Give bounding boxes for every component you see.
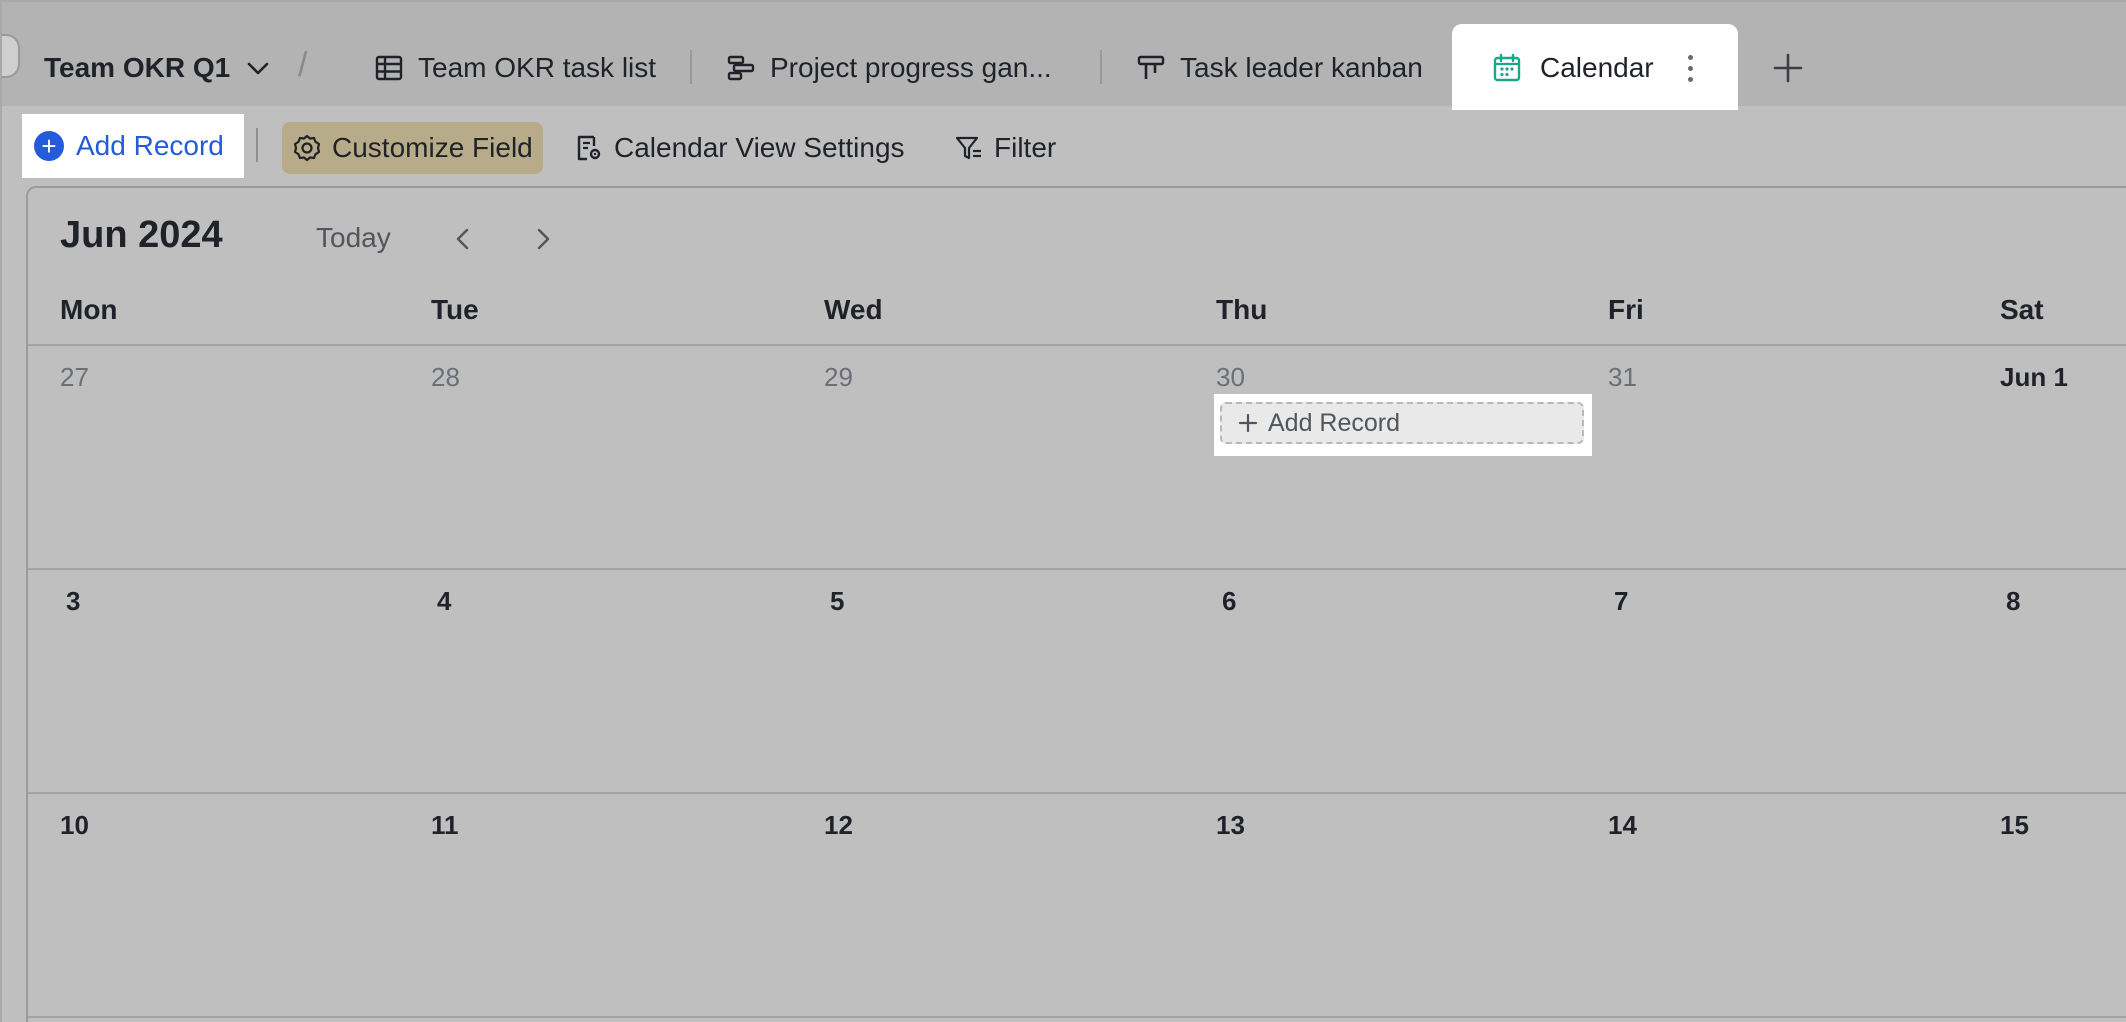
toolbar-divider	[256, 128, 258, 162]
filter-label: Filter	[994, 132, 1057, 163]
grid-line	[28, 792, 2126, 794]
calendar-view-settings-button[interactable]: Calendar View Settings	[574, 122, 905, 174]
base-name-dropdown[interactable]: Team OKR Q1	[44, 46, 272, 90]
calendar-icon	[1492, 53, 1522, 83]
plus-icon	[1238, 413, 1258, 433]
tab-divider	[1100, 50, 1102, 84]
previous-month-button[interactable]	[448, 222, 478, 256]
gantt-icon	[726, 53, 756, 83]
sidebar-toggle[interactable]	[2, 34, 20, 78]
day-cell-number[interactable]: 13	[1216, 810, 1245, 841]
tab-label: Calendar	[1540, 52, 1654, 83]
customize-field-label: Customize Field	[332, 132, 533, 163]
day-cell-number[interactable]: 8	[2006, 586, 2020, 617]
day-cell-number[interactable]: 7	[1614, 586, 1628, 617]
next-month-button[interactable]	[528, 222, 558, 256]
tab-project-progress-gantt[interactable]: Project progress gan...	[726, 46, 1052, 90]
day-cell-number[interactable]: 29	[824, 362, 853, 393]
tab-task-leader-kanban[interactable]: Task leader kanban	[1136, 46, 1423, 90]
weekday-header: Thu	[1216, 294, 1268, 325]
plus-circle-icon: +	[34, 131, 64, 161]
add-record-label: Add Record	[76, 130, 224, 161]
grid-line	[28, 344, 2126, 346]
grid-line	[28, 568, 2126, 570]
tab-label: Team OKR task list	[418, 52, 657, 83]
chevron-right-icon	[532, 226, 554, 252]
weekday-header: Sat	[2000, 294, 2044, 325]
base-name-label: Team OKR Q1	[44, 52, 231, 83]
today-button[interactable]: Today	[316, 222, 391, 254]
grid-table-icon	[374, 53, 404, 83]
tab-divider	[690, 50, 692, 84]
gear-icon	[292, 133, 322, 163]
chevron-left-icon	[452, 226, 474, 252]
calendar-view-settings-label: Calendar View Settings	[614, 132, 905, 163]
tab-label: Project progress gan...	[770, 52, 1052, 83]
day-cell-number[interactable]: 28	[431, 362, 460, 393]
grid-line	[28, 1016, 2126, 1018]
cell-add-record-highlight: Add Record	[1214, 394, 1592, 456]
settings-document-icon	[574, 133, 604, 163]
weekday-header: Mon	[60, 294, 118, 325]
more-options-icon[interactable]	[1680, 48, 1700, 88]
add-record-button[interactable]: + Add Record	[22, 114, 244, 178]
day-cell-number[interactable]: 3	[66, 586, 80, 617]
day-cell-number[interactable]: Jun 1	[2000, 362, 2068, 393]
view-tab-bar: Team OKR Q1 / Team OKR task list Project…	[2, 2, 2126, 110]
tab-team-okr-task-list[interactable]: Team OKR task list	[374, 46, 656, 90]
weekday-header: Fri	[1608, 294, 1644, 325]
tab-label: Task leader kanban	[1180, 52, 1423, 83]
month-title: Jun 2024	[60, 214, 223, 256]
cell-add-record-label: Add Record	[1268, 408, 1401, 437]
kanban-icon	[1136, 53, 1166, 83]
filter-icon	[954, 133, 984, 163]
day-cell-number[interactable]: 12	[824, 810, 853, 841]
view-toolbar: + Add Record Customize Field Calendar Vi…	[2, 106, 2126, 186]
day-cell-number[interactable]: 4	[437, 586, 451, 617]
day-cell-number[interactable]: 31	[1608, 362, 1637, 393]
weekday-header: Tue	[431, 294, 479, 325]
day-cell-number[interactable]: 15	[2000, 810, 2029, 841]
calendar-view: Jun 2024 Today Mon Tue Wed Thu Fri Sat 2…	[26, 186, 2126, 1022]
add-view-button[interactable]	[1766, 46, 1810, 90]
day-cell-number[interactable]: 14	[1608, 810, 1637, 841]
plus-icon	[1771, 51, 1805, 85]
day-cell-number[interactable]: 10	[60, 810, 89, 841]
customize-field-button[interactable]: Customize Field	[282, 122, 543, 174]
day-cell-number[interactable]: 11	[431, 810, 459, 841]
day-cell-number[interactable]: 5	[830, 586, 844, 617]
breadcrumb-separator: /	[298, 46, 308, 84]
day-cell-number[interactable]: 27	[60, 362, 89, 393]
cell-add-record-button[interactable]: Add Record	[1220, 402, 1584, 444]
day-cell-number[interactable]: 6	[1222, 586, 1236, 617]
weekday-header: Wed	[824, 294, 883, 325]
day-cell-number[interactable]: 30	[1216, 362, 1245, 393]
tab-calendar[interactable]: Calendar	[1452, 24, 1738, 110]
chevron-down-icon	[244, 54, 272, 82]
app-window: Team OKR Q1 / Team OKR task list Project…	[2, 2, 2126, 1022]
filter-button[interactable]: Filter	[954, 122, 1056, 174]
